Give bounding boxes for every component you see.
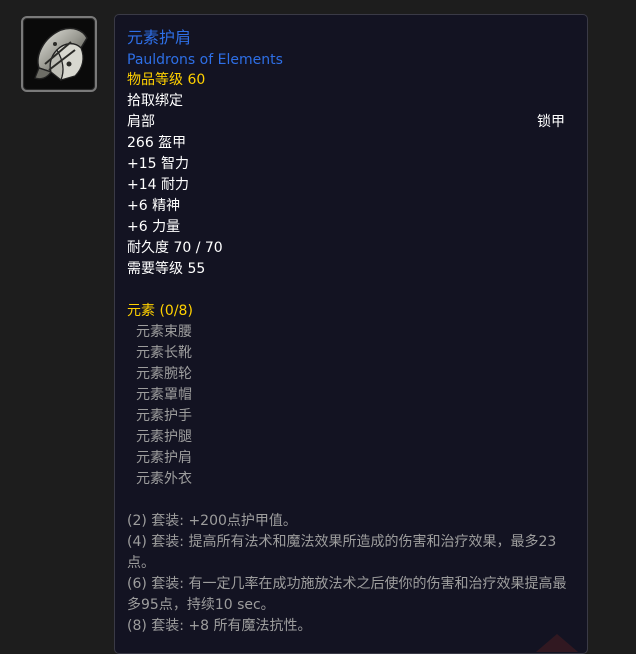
stat-line: +6 力量 (127, 219, 181, 235)
item-name-en: Pauldrons of Elements (127, 52, 283, 68)
set-bonus: (4) 套装: 提高所有法术和魔法效果所造成的伤害和治疗效果，最多23点。 (127, 534, 557, 571)
item-name-cn: 元素护肩 (127, 28, 192, 47)
item-level: 物品等级 60 (127, 72, 206, 88)
pauldrons-icon (25, 20, 93, 88)
set-piece: 元素腕轮 (136, 366, 192, 382)
stat-line: +14 耐力 (127, 177, 189, 193)
stat-line: +6 精神 (127, 198, 181, 214)
set-title: 元素 (0/8) (127, 303, 193, 319)
set-piece: 元素罩帽 (136, 387, 192, 403)
set-piece: 元素束腰 (136, 324, 192, 340)
item-tooltip: 元素护肩 Pauldrons of Elements 物品等级 60 拾取绑定 … (114, 14, 588, 654)
armor-type: 锁甲 (537, 114, 565, 130)
set-piece: 元素护腿 (136, 429, 192, 445)
slot-row: 肩部 锁甲 (127, 112, 575, 133)
durability: 耐久度 70 / 70 (127, 240, 223, 256)
item-icon-frame[interactable] (21, 16, 97, 92)
equip-slot: 肩部 (127, 114, 155, 130)
armor-value: 266 盔甲 (127, 135, 187, 151)
scroll-corner-icon (536, 634, 578, 652)
set-piece: 元素长靴 (136, 345, 192, 361)
set-piece: 元素护肩 (136, 450, 192, 466)
set-bonus: (2) 套装: +200点护甲值。 (127, 513, 297, 529)
stat-line: +15 智力 (127, 156, 189, 172)
set-bonus: (6) 套装: 有一定几率在成功施放法术之后使你的伤害和治疗效果提高最多95点，… (127, 576, 567, 613)
set-piece: 元素护手 (136, 408, 192, 424)
set-piece: 元素外衣 (136, 471, 192, 487)
bind-type: 拾取绑定 (127, 93, 183, 109)
required-level: 需要等级 55 (127, 261, 206, 277)
set-bonus: (8) 套装: +8 所有魔法抗性。 (127, 618, 312, 634)
